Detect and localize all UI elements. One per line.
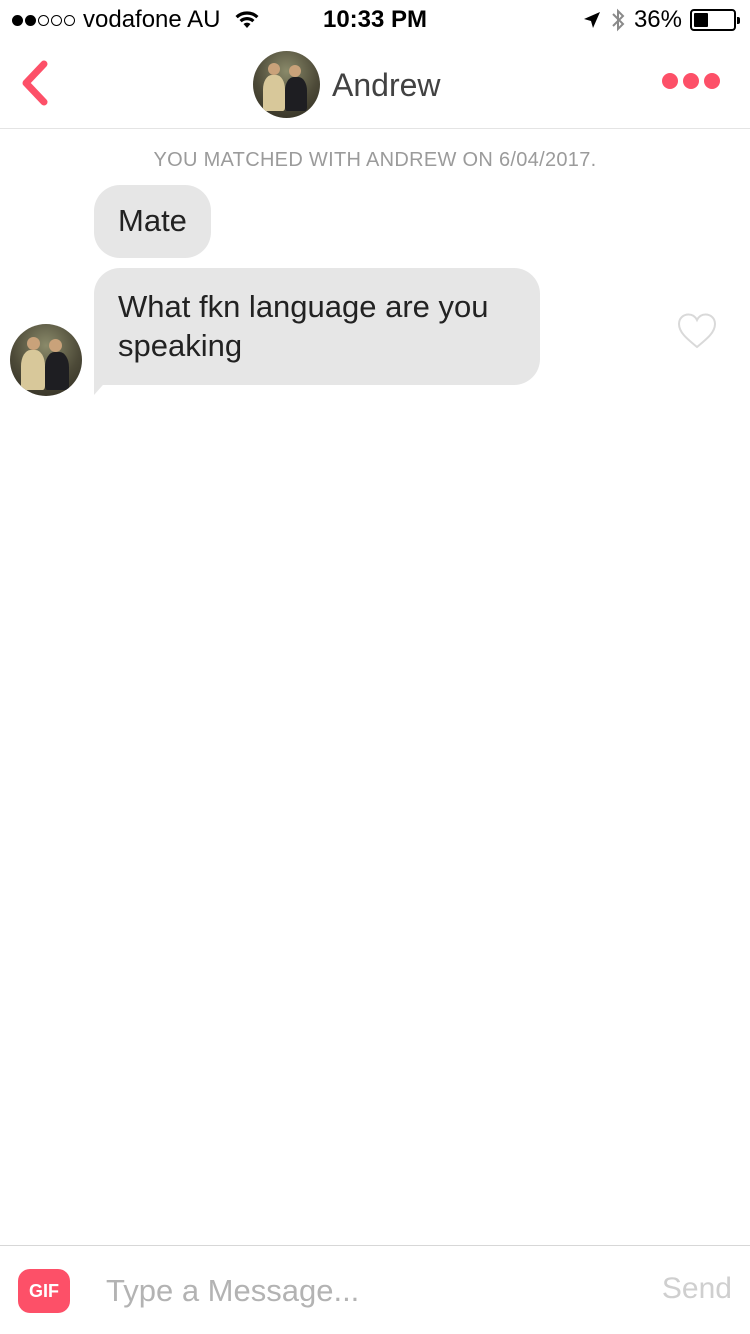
send-button[interactable]: Send — [662, 1272, 732, 1306]
battery-icon — [690, 9, 740, 31]
like-message-button[interactable] — [676, 312, 718, 350]
page-title: Andrew — [332, 66, 441, 103]
status-bar: vodafone AU 10:33 PM 36% — [0, 0, 750, 40]
avatar[interactable] — [253, 51, 320, 118]
chat-screen: vodafone AU 10:33 PM 36% Andrew YOU MATC… — [0, 0, 750, 1334]
location-arrow-icon — [583, 12, 600, 28]
message-bubble[interactable]: What fkn language are you speaking — [94, 268, 540, 385]
nav-bar: Andrew — [0, 40, 750, 129]
match-profile-header[interactable]: Andrew — [253, 51, 441, 118]
match-date-note: YOU MATCHED WITH ANDREW ON 6/04/2017. — [153, 149, 597, 171]
battery-percent: 36% — [633, 6, 682, 33]
back-chevron-icon — [22, 60, 48, 106]
heart-outline-icon — [677, 313, 717, 349]
back-button[interactable] — [16, 58, 56, 108]
message-input[interactable] — [106, 1268, 626, 1314]
sender-avatar[interactable] — [10, 324, 82, 396]
message-bubble[interactable]: Mate — [94, 185, 211, 258]
status-right: 36% — [582, 6, 740, 33]
message-input-bar: GIF Send — [0, 1245, 750, 1334]
bluetooth-icon — [612, 8, 625, 32]
more-options-button[interactable] — [662, 73, 720, 89]
gif-button[interactable]: GIF — [18, 1269, 70, 1313]
more-dots-icon — [662, 73, 678, 89]
